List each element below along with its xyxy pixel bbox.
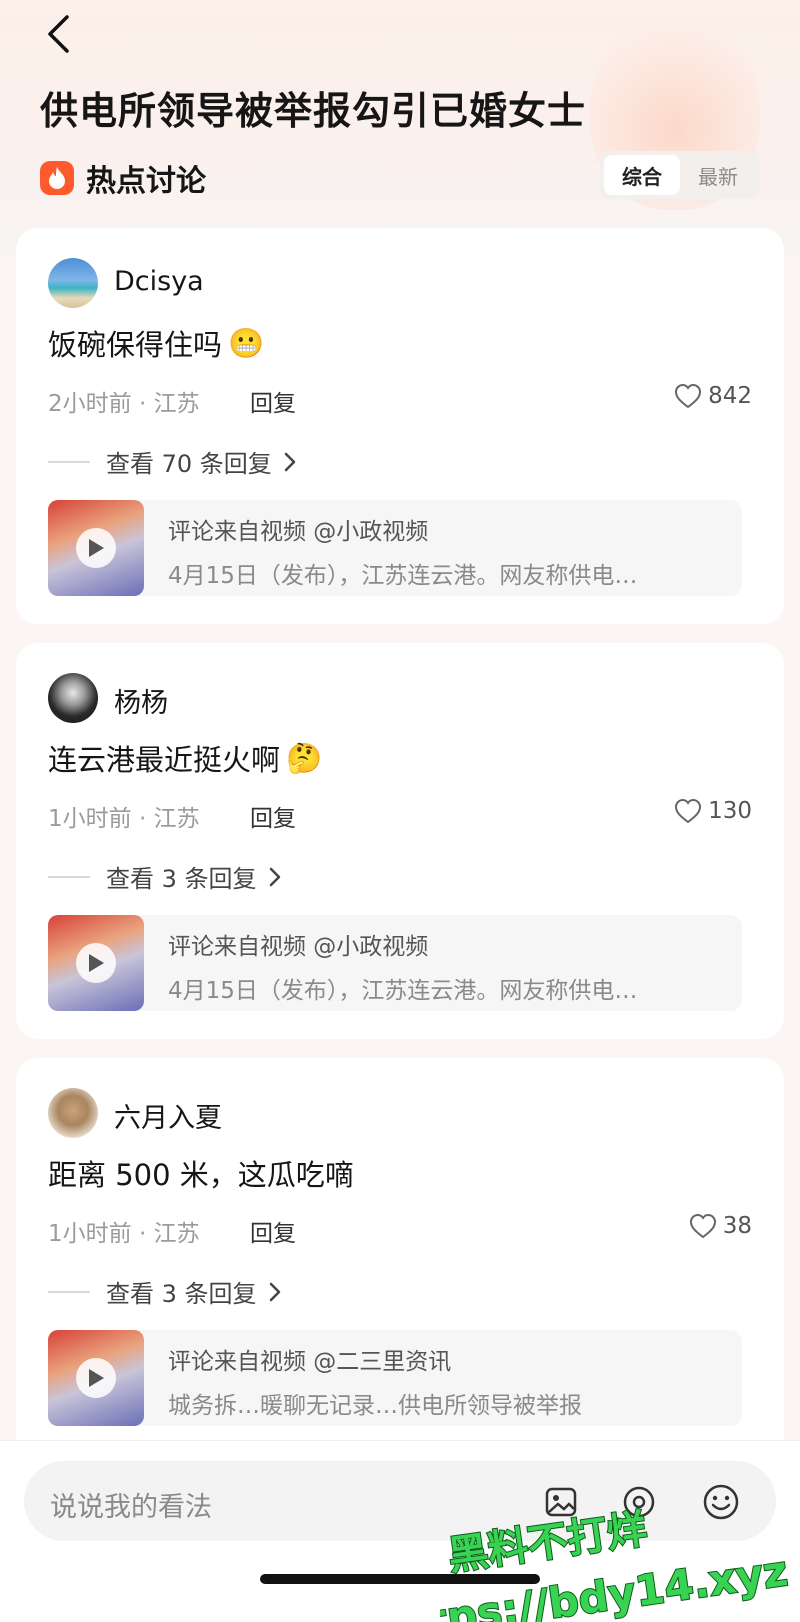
play-icon (76, 943, 116, 983)
section-label: 热点讨论 (86, 164, 206, 199)
sort-option-latest[interactable]: 最新 (680, 155, 756, 195)
play-icon (76, 1358, 116, 1398)
reply-button[interactable]: 回复 (250, 1214, 296, 1248)
source-video-link[interactable]: 评论来自视频 @二三里资讯 城务拆…暖聊无记录…供电所领导被举报 (48, 1330, 742, 1426)
view-replies-label: 查看 70 条回复 (106, 450, 272, 478)
avatar[interactable] (48, 673, 98, 723)
source-video-link[interactable]: 评论来自视频 @小政视频 4月15日（发布），江苏连云港。网友称供电… (48, 500, 742, 596)
input-placeholder: 说说我的看法 (50, 1492, 212, 1523)
comment-text: 距离 500 米，这瓜吃嘀 (48, 1152, 354, 1194)
avatar[interactable] (48, 1088, 98, 1138)
view-replies-label: 查看 3 条回复 (106, 1280, 257, 1308)
chevron-right-icon (284, 452, 296, 471)
comment-card: 六月入夏 距离 500 米，这瓜吃嘀 1小时前 · 江苏 回复 38 查看 3 … (16, 1058, 784, 1458)
source-title: 评论来自视频 @小政视频 (168, 934, 429, 960)
like-button[interactable]: 130 (674, 798, 752, 824)
view-replies-button[interactable]: 查看 3 条回复 (48, 859, 281, 894)
comment-card: 杨杨 连云港最近挺火啊 🤔 1小时前 · 江苏 回复 130 查看 3 条回复 … (16, 643, 784, 1039)
like-count: 130 (708, 798, 752, 824)
view-replies-button[interactable]: 查看 3 条回复 (48, 1274, 281, 1309)
video-thumbnail (48, 500, 144, 596)
comment-text: 连云港最近挺火啊 🤔 (48, 737, 322, 779)
play-icon (76, 528, 116, 568)
chevron-left-icon (48, 15, 69, 53)
comment-input-bar: 说说我的看法 (0, 1440, 800, 1622)
heart-icon (675, 798, 702, 824)
source-description: 4月15日（发布），江苏连云港。网友称供电… (168, 978, 638, 1004)
source-title: 评论来自视频 @二三里资讯 (168, 1349, 452, 1375)
username[interactable]: 杨杨 (114, 681, 168, 720)
heart-icon (689, 1213, 716, 1239)
source-video-link[interactable]: 评论来自视频 @小政视频 4月15日（发布），江苏连云港。网友称供电… (48, 915, 742, 1011)
chevron-right-icon (269, 1282, 280, 1301)
reply-button[interactable]: 回复 (250, 384, 296, 418)
divider (48, 1290, 90, 1293)
avatar[interactable] (48, 258, 98, 308)
flame-icon (40, 161, 74, 195)
source-title: 评论来自视频 @小政视频 (168, 519, 429, 545)
source-description: 城务拆…暖聊无记录…供电所领导被举报 (168, 1393, 582, 1419)
divider (48, 460, 90, 463)
comment-card: Dcisya 饭碗保得住吗 😬 2小时前 · 江苏 回复 842 查看 70 条… (16, 228, 784, 624)
reply-button[interactable]: 回复 (250, 799, 296, 833)
home-indicator (260, 1574, 540, 1584)
thinking-emoji-icon: 🤔 (286, 740, 323, 775)
heart-icon (675, 383, 702, 409)
chevron-right-icon (269, 867, 280, 886)
like-count: 842 (708, 383, 752, 409)
hot-discussion-header: 热点讨论 (40, 156, 206, 200)
like-count: 38 (722, 1213, 752, 1239)
like-button[interactable]: 38 (689, 1213, 752, 1239)
username[interactable]: Dcisya (114, 266, 204, 297)
at-mention-icon[interactable] (620, 1483, 658, 1521)
source-description: 4月15日（发布），江苏连云港。网友称供电… (168, 563, 638, 589)
video-thumbnail (48, 915, 144, 1011)
username[interactable]: 六月入夏 (114, 1096, 222, 1135)
emoji-icon[interactable] (702, 1483, 740, 1521)
comment-meta: 1小时前 · 江苏 (48, 1221, 200, 1247)
divider (48, 875, 90, 878)
comment-body: 连云港最近挺火啊 (48, 743, 281, 777)
image-icon[interactable] (542, 1483, 580, 1521)
like-button[interactable]: 842 (674, 383, 752, 409)
comment-meta: 2小时前 · 江苏 (48, 391, 200, 417)
view-replies-label: 查看 3 条回复 (106, 865, 257, 893)
comment-body: 饭碗保得住吗 (48, 328, 223, 362)
comment-meta: 1小时前 · 江苏 (48, 806, 200, 832)
grimace-emoji-icon: 😬 (228, 325, 265, 360)
comment-text: 饭碗保得住吗 😬 (48, 322, 264, 364)
sort-option-comprehensive[interactable]: 综合 (604, 155, 680, 195)
comment-input[interactable]: 说说我的看法 (24, 1461, 776, 1541)
video-thumbnail (48, 1330, 144, 1426)
view-replies-button[interactable]: 查看 70 条回复 (48, 444, 296, 479)
back-button[interactable] (38, 12, 78, 56)
comment-body: 距离 500 米，这瓜吃嘀 (48, 1158, 354, 1192)
page-title: 供电所领导被举报勾引已婚女士 (40, 89, 587, 133)
sort-toggle: 综合 最新 (600, 151, 760, 199)
